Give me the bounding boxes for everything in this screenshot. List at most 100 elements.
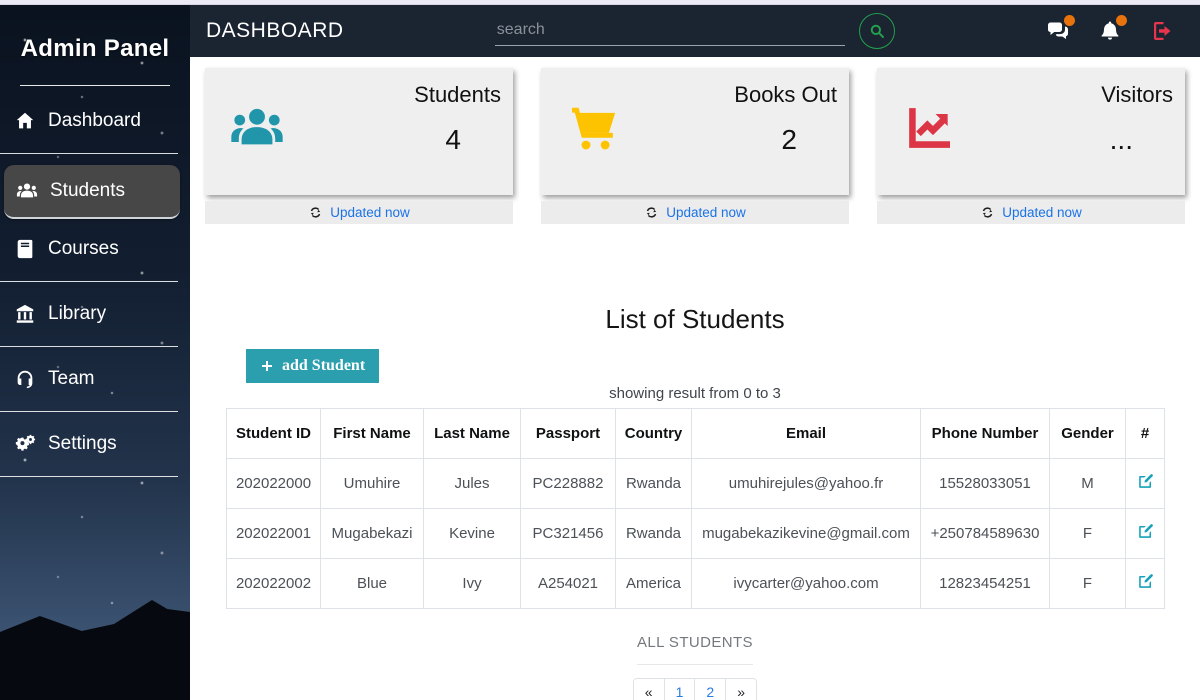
cell-phone: 15528033051 xyxy=(921,459,1050,509)
cell-gender: F xyxy=(1050,509,1126,559)
comments-icon[interactable] xyxy=(1046,19,1070,43)
sidebar-item-label: Students xyxy=(50,180,125,202)
pagination-page-1[interactable]: 1 xyxy=(665,679,696,700)
sidebar-divider xyxy=(0,281,178,282)
refresh-icon xyxy=(980,205,995,220)
table-row: 202022001 Mugabekazi Kevine PC321456 Rwa… xyxy=(227,509,1165,559)
col-header-last-name: Last Name xyxy=(424,409,521,459)
refresh-icon xyxy=(644,205,659,220)
cell-first-name: Blue xyxy=(321,559,424,609)
users-icon xyxy=(229,100,285,156)
sidebar-item-students[interactable]: Students xyxy=(4,165,180,219)
sidebar-item-team[interactable]: Team xyxy=(0,358,190,400)
table-header-row: Student ID First Name Last Name Passport… xyxy=(227,409,1165,459)
plus-icon xyxy=(260,359,274,373)
cell-actions xyxy=(1126,559,1165,609)
page-title: DASHBOARD xyxy=(206,19,344,43)
stat-footer: Updated now xyxy=(205,201,513,224)
stat-card: Students 4 xyxy=(205,68,513,195)
add-student-label: add Student xyxy=(282,357,365,375)
edit-icon[interactable] xyxy=(1136,522,1155,541)
gears-icon xyxy=(14,433,36,455)
stat-students: Students 4 Updated now xyxy=(205,68,513,224)
sidebar-title-divider xyxy=(20,85,170,86)
sidebar-item-library[interactable]: Library xyxy=(0,293,190,335)
stat-value: ... xyxy=(1101,124,1173,156)
all-students-label: ALL STUDENTS xyxy=(226,634,1164,651)
cell-email: ivycarter@yahoo.com xyxy=(692,559,921,609)
pagination-divider xyxy=(637,664,753,665)
cell-actions xyxy=(1126,509,1165,559)
cell-last-name: Ivy xyxy=(424,559,521,609)
col-header-email: Email xyxy=(692,409,921,459)
cell-country: America xyxy=(616,559,692,609)
stat-value: 2 xyxy=(734,124,837,156)
edit-icon[interactable] xyxy=(1136,572,1155,591)
col-header-country: Country xyxy=(616,409,692,459)
sidebar-divider xyxy=(0,411,178,412)
cell-student-id: 202022001 xyxy=(227,509,321,559)
cell-last-name: Jules xyxy=(424,459,521,509)
cell-phone: 12823454251 xyxy=(921,559,1050,609)
sidebar-divider xyxy=(0,476,178,477)
sidebar-divider xyxy=(0,346,178,347)
notification-badge xyxy=(1116,15,1127,26)
content: Students 4 Updated now xyxy=(190,57,1200,700)
sign-out-icon[interactable] xyxy=(1150,19,1174,43)
col-header-first-name: First Name xyxy=(321,409,424,459)
stat-title: Books Out xyxy=(734,82,837,108)
topbar-icons xyxy=(1046,19,1180,43)
sidebar-item-courses[interactable]: Courses xyxy=(0,228,190,270)
updated-now-link[interactable]: Updated now xyxy=(1002,205,1082,220)
stat-card: Books Out 2 xyxy=(541,68,849,195)
cell-phone: +250784589630 xyxy=(921,509,1050,559)
app-root: Admin Panel Dashboard xyxy=(0,5,1200,700)
book-icon xyxy=(14,238,36,260)
cell-student-id: 202022002 xyxy=(227,559,321,609)
updated-now-link[interactable]: Updated now xyxy=(330,205,410,220)
add-student-button[interactable]: add Student xyxy=(246,349,379,383)
cell-passport: A254021 xyxy=(521,559,616,609)
sidebar-item-settings[interactable]: Settings xyxy=(0,423,190,465)
sidebar-item-label: Courses xyxy=(48,238,119,260)
search-zone xyxy=(344,13,1046,49)
main-area: DASHBOARD xyxy=(190,5,1200,700)
cell-passport: PC228882 xyxy=(521,459,616,509)
refresh-icon xyxy=(308,205,323,220)
stat-visitors: Visitors ... Updated now xyxy=(877,68,1185,224)
cart-icon xyxy=(565,100,621,156)
sidebar-item-label: Team xyxy=(48,368,94,390)
col-header-gender: Gender xyxy=(1050,409,1126,459)
bell-icon[interactable] xyxy=(1098,19,1122,43)
section-heading: List of Students xyxy=(190,304,1200,335)
cell-country: Rwanda xyxy=(616,509,692,559)
showing-result-text: showing result from 0 to 3 xyxy=(226,385,1164,402)
cell-gender: M xyxy=(1050,459,1126,509)
search-button[interactable] xyxy=(859,13,895,49)
table-row: 202022000 Umuhire Jules PC228882 Rwanda … xyxy=(227,459,1165,509)
cell-first-name: Mugabekazi xyxy=(321,509,424,559)
cell-passport: PC321456 xyxy=(521,509,616,559)
sidebar-item-dashboard[interactable]: Dashboard xyxy=(0,100,190,142)
cell-email: mugabekazikevine@gmail.com xyxy=(692,509,921,559)
pagination-page-2[interactable]: 2 xyxy=(695,679,726,700)
pagination: « 1 2 » xyxy=(633,678,757,700)
search-input[interactable] xyxy=(495,17,845,46)
updated-now-link[interactable]: Updated now xyxy=(666,205,746,220)
col-header-actions: # xyxy=(1126,409,1165,459)
stat-value: 4 xyxy=(414,124,501,156)
users-icon xyxy=(16,180,38,202)
stat-cards-row: Students 4 Updated now xyxy=(190,57,1200,224)
sidebar-item-label: Settings xyxy=(48,433,117,455)
students-table-section: add Student showing result from 0 to 3 S… xyxy=(226,349,1164,700)
sidebar-item-label: Dashboard xyxy=(48,110,141,132)
edit-icon[interactable] xyxy=(1136,472,1155,491)
sidebar-item-label: Library xyxy=(48,303,106,325)
col-header-phone-number: Phone Number xyxy=(921,409,1050,459)
pagination-prev[interactable]: « xyxy=(634,679,665,700)
notification-badge xyxy=(1064,15,1075,26)
library-icon xyxy=(14,303,36,325)
home-icon xyxy=(14,110,36,132)
stat-books-out: Books Out 2 Updated now xyxy=(541,68,849,224)
pagination-next[interactable]: » xyxy=(726,679,756,700)
